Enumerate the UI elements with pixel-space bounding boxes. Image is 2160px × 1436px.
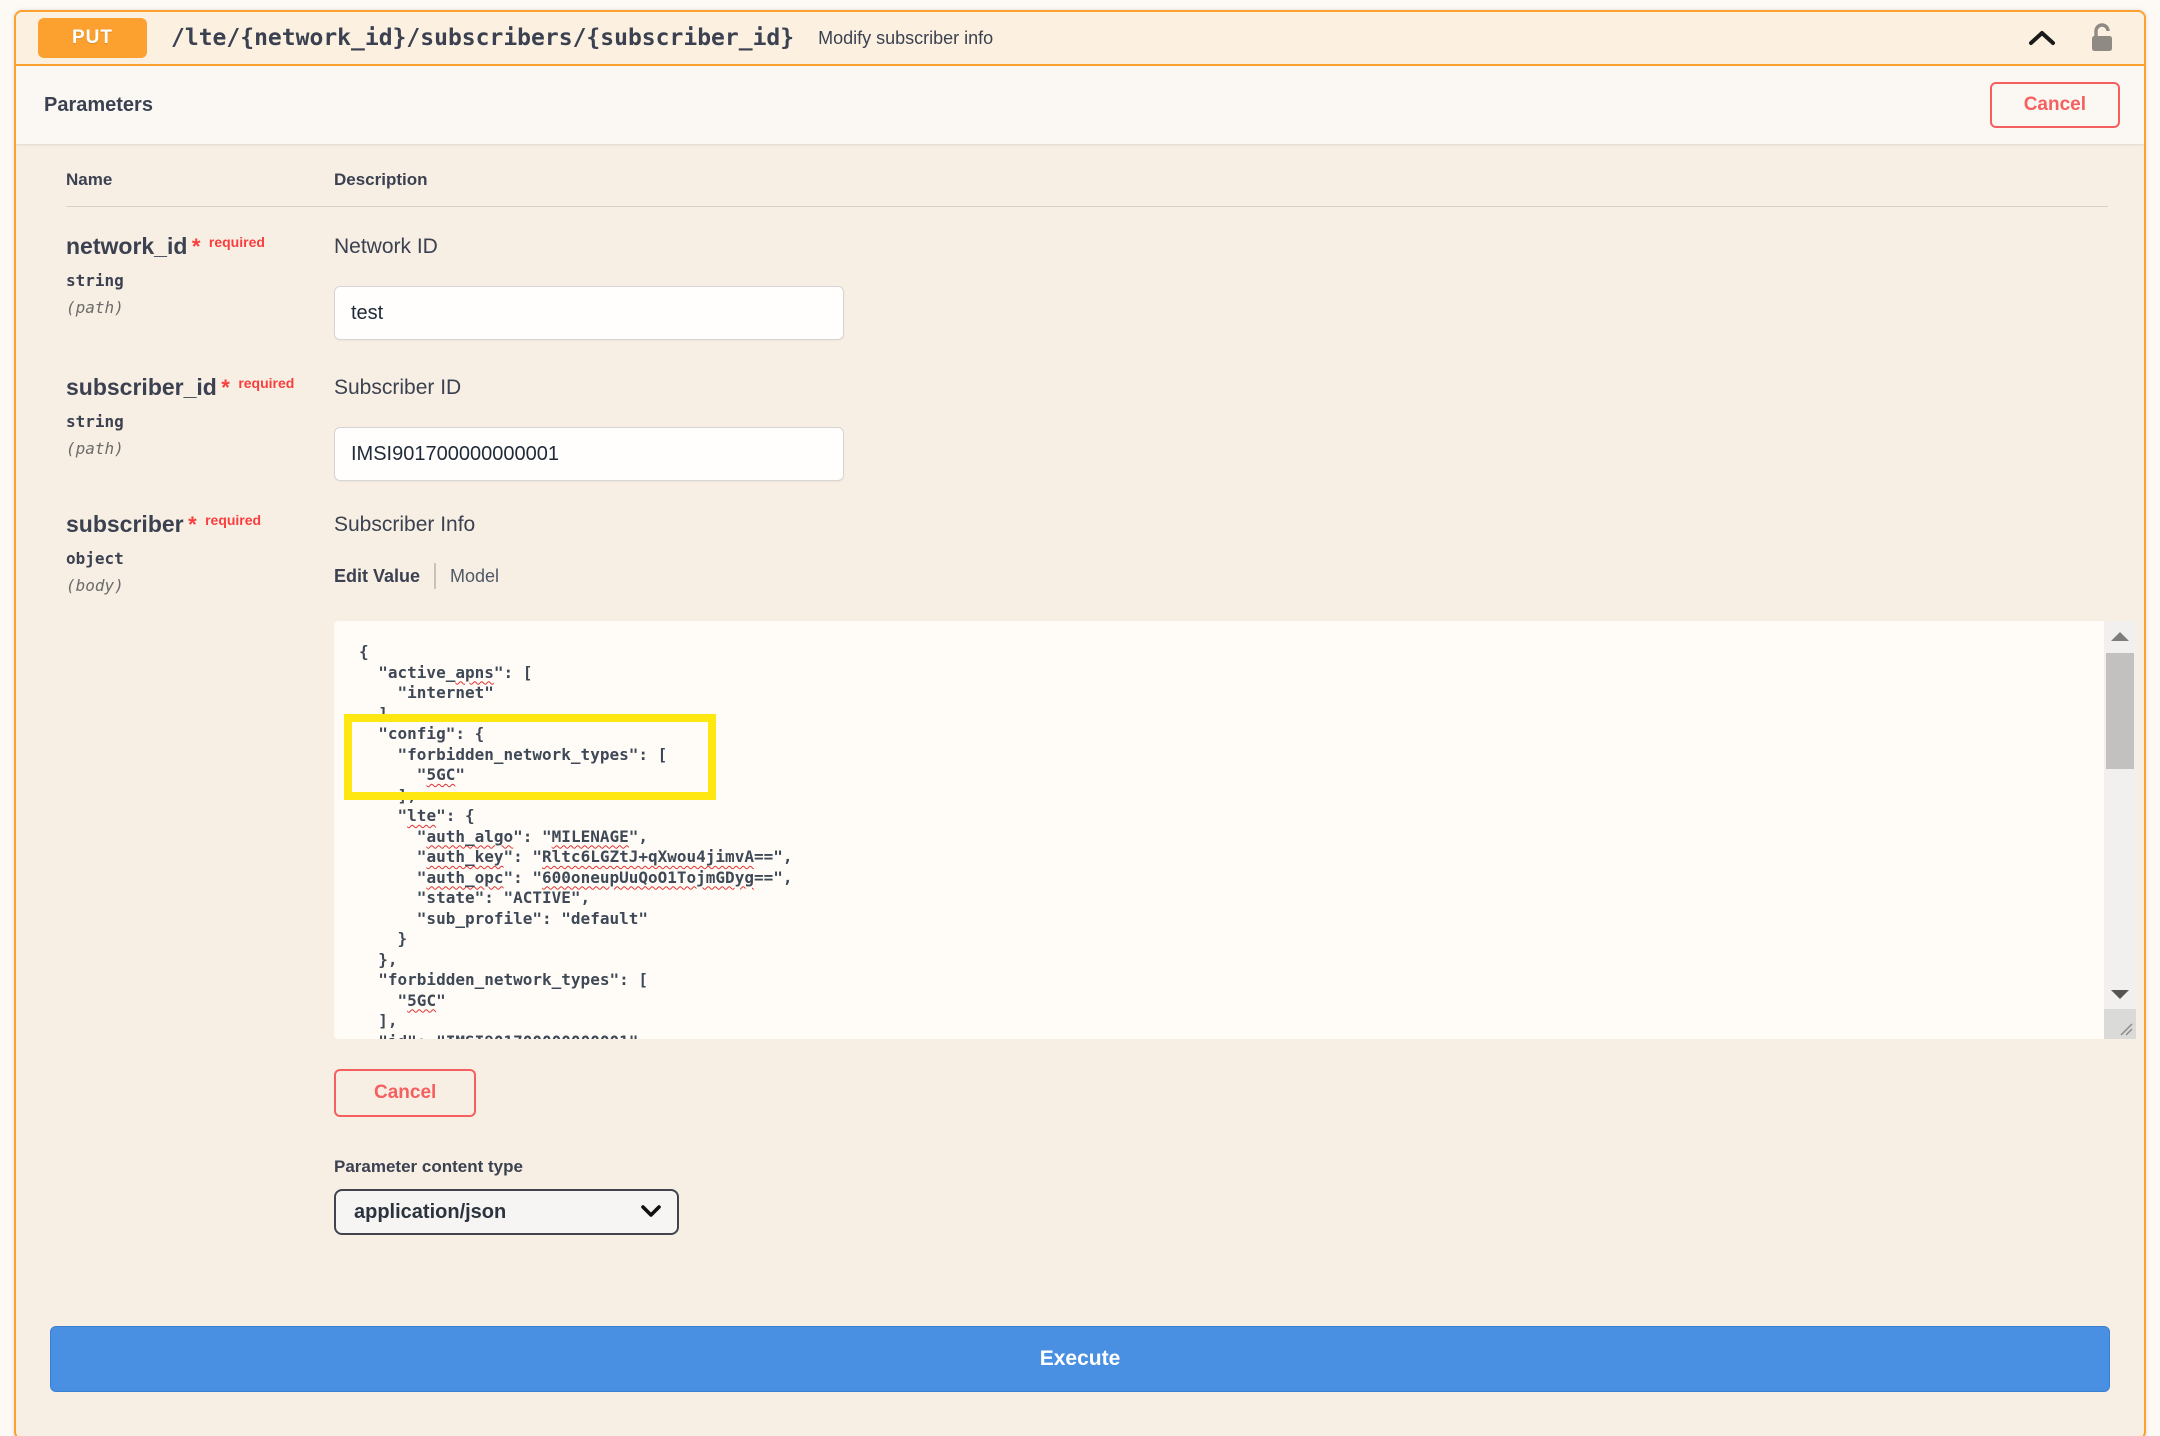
tab-model[interactable]: Model xyxy=(450,566,499,587)
parameter-name-cell: subscriber * required object (body) xyxy=(66,511,334,1235)
parameter-description-cell: Network ID xyxy=(334,233,2108,340)
endpoint-path: /lte/{network_id}/subscribers/{subscribe… xyxy=(171,25,794,51)
required-label: required xyxy=(209,234,265,250)
column-header-description: Description xyxy=(334,170,2108,190)
editor-scrollbar[interactable] xyxy=(2104,621,2136,1009)
swagger-operation-page: PUT /lte/{network_id}/subscribers/{subsc… xyxy=(0,0,2160,1436)
required-star: * xyxy=(192,234,201,259)
parameter-description: Subscriber ID xyxy=(334,374,2108,400)
execute-bar: Execute xyxy=(50,1326,2110,1392)
network-id-input[interactable] xyxy=(334,286,844,340)
method-badge: PUT xyxy=(38,18,147,58)
required-label: required xyxy=(238,375,294,391)
parameters-table: Name Description network_id * required s… xyxy=(16,144,2144,1235)
tab-edit-value[interactable]: Edit Value xyxy=(334,566,420,587)
parameters-title: Parameters xyxy=(44,94,153,117)
parameter-row-network-id: network_id * required string (path) Netw… xyxy=(66,207,2108,340)
parameter-name: subscriber_id xyxy=(66,374,217,400)
parameter-description-cell: Subscriber ID xyxy=(334,374,2108,481)
body-json-editor[interactable]: { "active_apns": [ "internet" ], "config… xyxy=(334,621,2136,1039)
execute-button[interactable]: Execute xyxy=(50,1326,2110,1392)
scrollbar-thumb[interactable] xyxy=(2106,653,2134,769)
parameter-description-cell: Subscriber Info Edit Value Model { "acti… xyxy=(334,511,2136,1235)
scroll-up-arrow-icon[interactable] xyxy=(2104,621,2136,651)
parameter-name: network_id xyxy=(66,233,187,259)
parameter-type: object xyxy=(66,549,334,568)
parameter-name-cell: subscriber_id * required string (path) xyxy=(66,374,334,481)
parameter-row-subscriber-id: subscriber_id * required string (path) S… xyxy=(66,340,2108,481)
content-type-block: Parameter content type application/json xyxy=(334,1157,2136,1235)
collapse-chevron-up-icon[interactable] xyxy=(2024,20,2060,56)
parameter-type: string xyxy=(66,412,334,431)
parameter-location: (path) xyxy=(66,298,334,317)
parameter-description: Subscriber Info xyxy=(334,511,2136,537)
content-type-select[interactable]: application/json xyxy=(334,1189,679,1235)
content-type-select-wrap: application/json xyxy=(334,1189,679,1235)
body-editor-tabs: Edit Value Model xyxy=(334,563,2136,589)
scroll-down-arrow-icon[interactable] xyxy=(2104,979,2136,1009)
content-type-label: Parameter content type xyxy=(334,1157,2136,1177)
endpoint-summary: Modify subscriber info xyxy=(818,28,993,49)
subscriber-id-input[interactable] xyxy=(334,427,844,481)
required-label: required xyxy=(205,512,261,528)
column-header-name: Name xyxy=(66,170,334,190)
parameter-name-cell: network_id * required string (path) xyxy=(66,233,334,340)
operation-header[interactable]: PUT /lte/{network_id}/subscribers/{subsc… xyxy=(16,12,2144,66)
tab-divider xyxy=(434,563,436,589)
table-header-row: Name Description xyxy=(66,170,2108,207)
parameter-type: string xyxy=(66,271,334,290)
required-star: * xyxy=(221,375,230,400)
parameters-section-header: Parameters Cancel xyxy=(16,66,2144,144)
opblock-put: PUT /lte/{network_id}/subscribers/{subsc… xyxy=(14,10,2146,1436)
required-star: * xyxy=(188,512,197,537)
parameter-location: (body) xyxy=(66,576,334,595)
parameter-location: (path) xyxy=(66,439,334,458)
cancel-button-body[interactable]: Cancel xyxy=(334,1069,476,1117)
body-editor-wrap: { "active_apns": [ "internet" ], "config… xyxy=(334,621,2136,1039)
resize-grip[interactable] xyxy=(2104,1009,2136,1039)
cancel-button-top[interactable]: Cancel xyxy=(1990,82,2120,128)
parameter-name: subscriber xyxy=(66,511,184,537)
parameter-description: Network ID xyxy=(334,233,2108,259)
unlock-icon[interactable] xyxy=(2084,20,2120,56)
parameter-row-subscriber: subscriber * required object (body) Subs… xyxy=(66,481,2108,1235)
